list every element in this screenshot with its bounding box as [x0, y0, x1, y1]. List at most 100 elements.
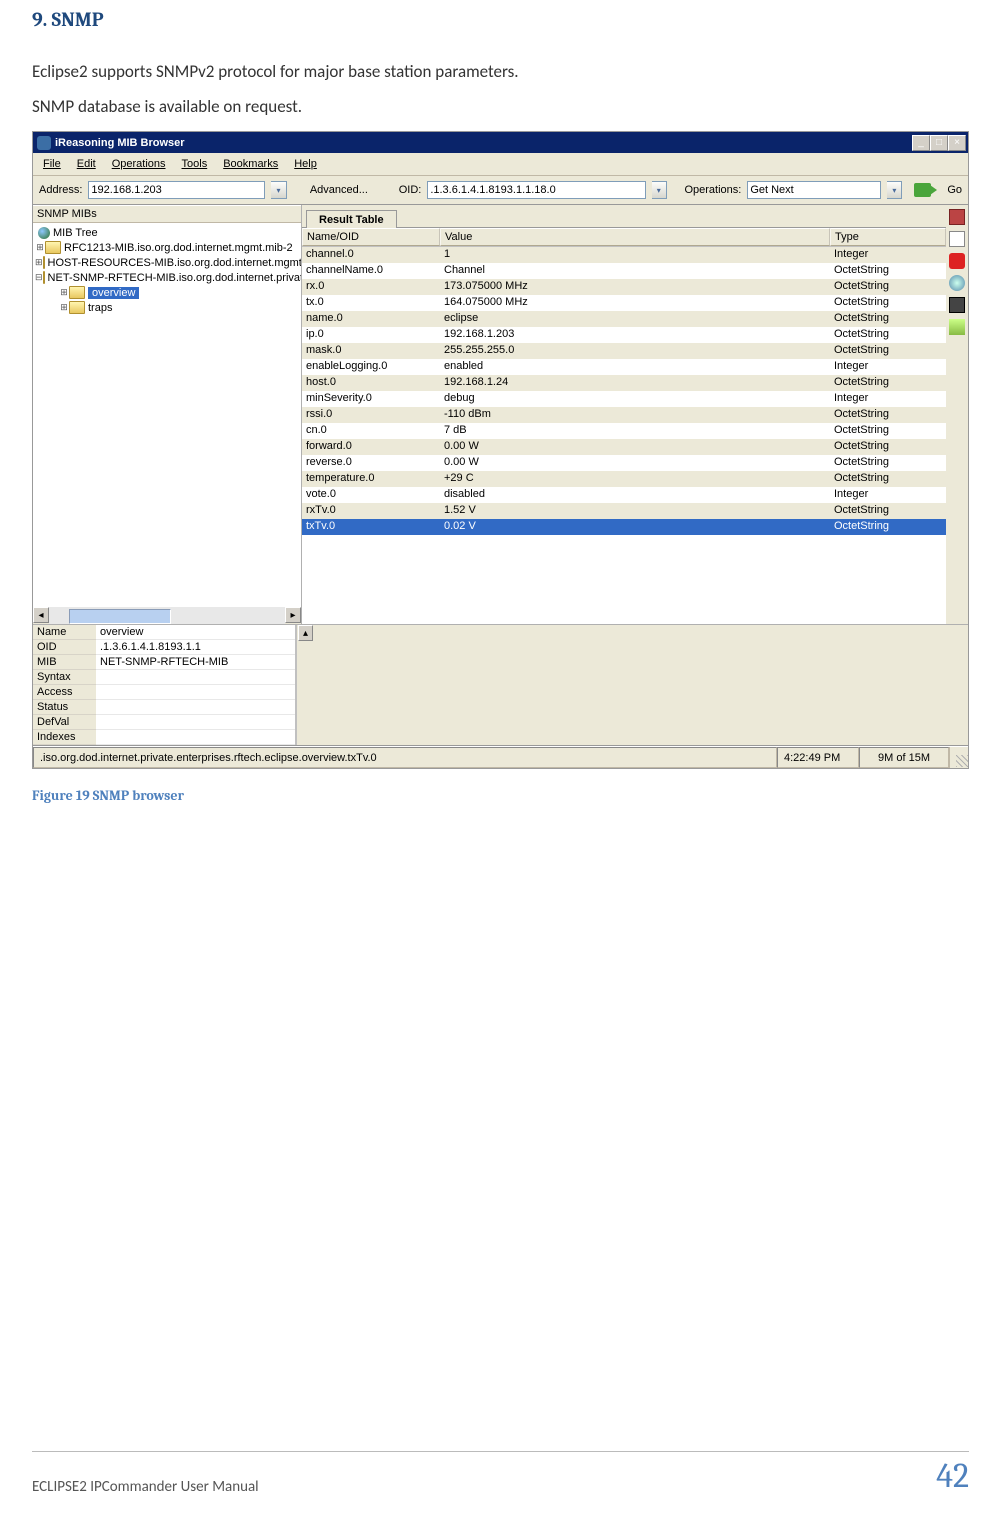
stop-icon[interactable] [949, 209, 965, 225]
detail-label: OID [33, 640, 96, 655]
cell-value: disabled [440, 487, 830, 503]
tree-traps[interactable]: traps [88, 302, 112, 314]
operations-label: Operations: [684, 184, 741, 196]
table-row[interactable]: host.0192.168.1.24OctetString [302, 375, 946, 391]
table-row[interactable]: txTv.00.02 VOctetString [302, 519, 946, 535]
cell-name: temperature.0 [302, 471, 440, 487]
table-row[interactable]: ip.0192.168.1.203OctetString [302, 327, 946, 343]
folder-icon [69, 286, 85, 299]
scroll-left-button[interactable]: ◂ [33, 607, 49, 623]
cell-name: channel.0 [302, 247, 440, 263]
table-row[interactable]: channel.01Integer [302, 247, 946, 263]
folder-icon [43, 271, 45, 284]
footer-manual-title: ECLIPSE2 IPCommander User Manual [32, 1478, 259, 1496]
menu-help[interactable]: Help [288, 156, 323, 172]
detail-label: Indexes [33, 730, 96, 745]
menu-bar: File Edit Operations Tools Bookmarks Hel… [33, 153, 968, 176]
table-row[interactable]: vote.0disabledInteger [302, 487, 946, 503]
detail-panel: NameoverviewOID.1.3.6.1.4.1.8193.1.1MIBN… [33, 624, 968, 746]
table-row[interactable]: cn.07 dBOctetString [302, 423, 946, 439]
export-icon[interactable] [949, 297, 965, 313]
tree-root[interactable]: MIB Tree [53, 227, 98, 239]
detail-scrollbar[interactable]: ▴ [296, 625, 314, 745]
table-row[interactable]: rssi.0-110 dBmOctetString [302, 407, 946, 423]
table-row[interactable]: temperature.0+29 COctetString [302, 471, 946, 487]
tree-net-snmp[interactable]: NET-SNMP-RFTECH-MIB.iso.org.dod.internet… [48, 272, 301, 284]
oid-input[interactable] [427, 181, 645, 199]
address-input[interactable] [88, 181, 265, 199]
operations-dropdown[interactable]: ▾ [887, 181, 902, 199]
table-row[interactable]: enableLogging.0enabledInteger [302, 359, 946, 375]
menu-file[interactable]: File [37, 156, 67, 172]
cell-value: enabled [440, 359, 830, 375]
cell-type: OctetString [830, 343, 946, 359]
menu-operations[interactable]: Operations [106, 156, 172, 172]
intro-paragraph-2: SNMP database is available on request. [32, 96, 969, 117]
scroll-up-button[interactable]: ▴ [298, 625, 313, 641]
lens-icon[interactable] [949, 275, 965, 291]
record-icon[interactable] [949, 253, 965, 269]
table-row[interactable]: channelName.0ChannelOctetString [302, 263, 946, 279]
cell-value: +29 C [440, 471, 830, 487]
cell-name: vote.0 [302, 487, 440, 503]
cell-value: 7 dB [440, 423, 830, 439]
detail-row: Status [33, 700, 295, 715]
go-icon[interactable] [914, 183, 931, 197]
page-icon[interactable] [949, 231, 965, 247]
maximize-button[interactable]: □ [930, 135, 948, 151]
save-icon[interactable] [949, 319, 965, 335]
close-button[interactable]: × [948, 135, 966, 151]
table-row[interactable]: tx.0164.075000 MHzOctetString [302, 295, 946, 311]
detail-label: Syntax [33, 670, 96, 685]
toolbar: Address: ▾ Advanced... OID: ▾ Operations… [33, 176, 968, 205]
address-dropdown[interactable]: ▾ [271, 181, 286, 199]
menu-edit[interactable]: Edit [71, 156, 102, 172]
status-memory: 9M of 15M [859, 747, 949, 768]
cell-value: Channel [440, 263, 830, 279]
tree-host-resources[interactable]: HOST-RESOURCES-MIB.iso.org.dod.internet.… [48, 257, 301, 269]
col-name[interactable]: Name/OID [302, 228, 440, 246]
cell-name: channelName.0 [302, 263, 440, 279]
cell-value: 192.168.1.24 [440, 375, 830, 391]
scroll-thumb[interactable] [69, 609, 171, 624]
menu-tools[interactable]: Tools [176, 156, 214, 172]
table-row[interactable]: forward.00.00 WOctetString [302, 439, 946, 455]
folder-icon [69, 301, 85, 314]
detail-value [96, 715, 295, 730]
detail-value [96, 685, 295, 700]
h-scrollbar[interactable]: ◂ ▸ [33, 607, 301, 624]
status-time: 4:22:49 PM [777, 747, 859, 768]
col-type[interactable]: Type [830, 228, 946, 246]
tree-overview[interactable]: overview [88, 287, 139, 299]
cell-value: 192.168.1.203 [440, 327, 830, 343]
cell-type: OctetString [830, 311, 946, 327]
cell-value: -110 dBm [440, 407, 830, 423]
mib-tree[interactable]: MIB Tree ⊞RFC1213-MIB.iso.org.dod.intern… [33, 223, 301, 607]
cell-value: 0.00 W [440, 455, 830, 471]
table-row[interactable]: mask.0255.255.255.0OctetString [302, 343, 946, 359]
tree-rfc1213[interactable]: RFC1213-MIB.iso.org.dod.internet.mgmt.mi… [64, 242, 293, 254]
cell-type: OctetString [830, 423, 946, 439]
operations-select[interactable] [747, 181, 881, 199]
oid-dropdown[interactable]: ▾ [652, 181, 667, 199]
cell-name: cn.0 [302, 423, 440, 439]
resize-grip[interactable] [949, 747, 968, 768]
table-row[interactable]: rxTv.01.52 VOctetString [302, 503, 946, 519]
cell-type: OctetString [830, 519, 946, 535]
col-value[interactable]: Value [440, 228, 830, 246]
cell-type: Integer [830, 487, 946, 503]
menu-bookmarks[interactable]: Bookmarks [217, 156, 284, 172]
cell-type: Integer [830, 247, 946, 263]
table-row[interactable]: rx.0173.075000 MHzOctetString [302, 279, 946, 295]
window-titlebar[interactable]: iReasoning MIB Browser _ □ × [33, 132, 968, 153]
minimize-button[interactable]: _ [912, 135, 930, 151]
table-row[interactable]: name.0eclipseOctetString [302, 311, 946, 327]
table-row[interactable]: reverse.00.00 WOctetString [302, 455, 946, 471]
detail-row: DefVal [33, 715, 295, 730]
tab-result-table[interactable]: Result Table [306, 210, 397, 228]
cell-name: forward.0 [302, 439, 440, 455]
table-row[interactable]: minSeverity.0debugInteger [302, 391, 946, 407]
scroll-right-button[interactable]: ▸ [285, 607, 301, 623]
advanced-button[interactable]: Advanced... [310, 184, 368, 196]
go-label[interactable]: Go [947, 184, 962, 196]
